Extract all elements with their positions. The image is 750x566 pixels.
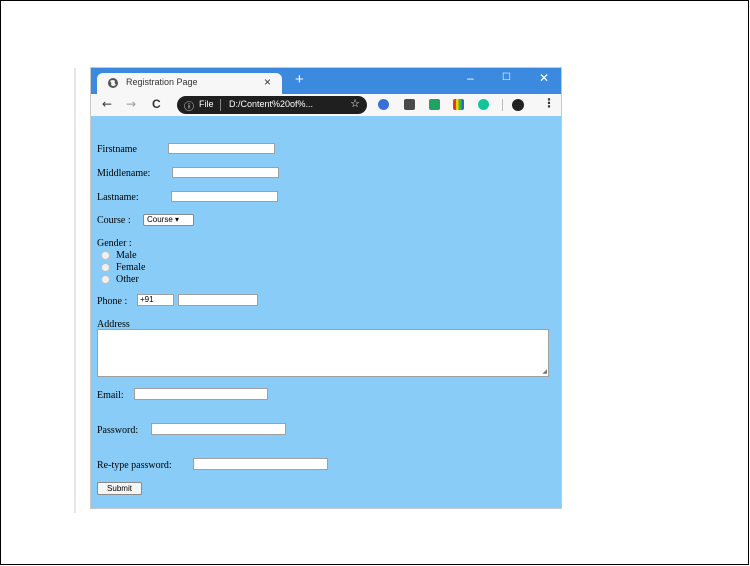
globe-icon	[108, 78, 118, 88]
info-icon[interactable]: ⓘ	[184, 98, 194, 113]
lastname-label: Lastname:	[97, 192, 139, 203]
gender-male-radio[interactable]	[101, 251, 110, 260]
email-input[interactable]	[134, 388, 268, 400]
bars-icon[interactable]	[453, 99, 464, 110]
resize-handle-icon[interactable]: ◢	[542, 368, 547, 375]
browser-titlebar: Registration Page × + – ☐ ✕	[91, 68, 561, 94]
browser-window: Registration Page × + – ☐ ✕ ← → C ⓘ File…	[90, 67, 562, 509]
submit-button[interactable]: Submit	[97, 482, 142, 495]
middlename-input[interactable]	[172, 167, 279, 178]
middlename-label: Middlename:	[97, 168, 151, 179]
gender-other-label: Other	[116, 274, 139, 285]
scheme-label: File	[199, 99, 214, 109]
sheets-icon[interactable]	[429, 99, 440, 110]
gender-label: Gender :	[97, 238, 132, 249]
gmail-icon[interactable]	[404, 99, 415, 110]
course-label: Course :	[97, 215, 131, 226]
retype-password-input[interactable]	[193, 458, 328, 470]
new-tab-button[interactable]: +	[295, 72, 304, 87]
course-select[interactable]: Course ▾	[143, 214, 194, 226]
maximize-button[interactable]: ☐	[502, 72, 511, 83]
phone-label: Phone :	[97, 296, 128, 307]
address-textarea[interactable]: ◢	[97, 329, 549, 377]
grammarly-icon[interactable]	[478, 99, 489, 110]
address-bar[interactable]: ⓘ File D:/Content%20of%... ☆	[177, 96, 367, 114]
phone-number-input[interactable]	[178, 294, 258, 306]
extension-icon[interactable]	[378, 99, 389, 110]
email-label: Email:	[97, 390, 124, 401]
password-label: Password:	[97, 425, 139, 436]
forward-icon[interactable]: →	[126, 97, 136, 111]
gender-male-label: Male	[116, 250, 137, 261]
minimize-button[interactable]: –	[467, 71, 474, 85]
password-input[interactable]	[151, 423, 286, 435]
omnibox-separator	[220, 99, 221, 111]
close-window-button[interactable]: ✕	[539, 71, 549, 85]
reload-icon[interactable]: C	[152, 97, 161, 111]
tab-registration-page[interactable]: Registration Page ×	[97, 73, 282, 94]
page-content: Firstname Middlename: Lastname: Course :…	[91, 116, 561, 508]
toolbar-separator	[502, 99, 503, 111]
tab-title: Registration Page	[126, 77, 198, 87]
firstname-label: Firstname	[97, 144, 137, 155]
page-divider	[74, 68, 76, 513]
back-icon[interactable]: ←	[102, 97, 112, 111]
close-tab-icon[interactable]: ×	[264, 75, 271, 89]
phone-code-input[interactable]: +91	[137, 294, 174, 306]
star-icon[interactable]: ☆	[350, 97, 360, 110]
url-text[interactable]: D:/Content%20of%...	[229, 99, 313, 109]
gender-female-label: Female	[116, 262, 146, 273]
profile-icon[interactable]	[512, 99, 524, 111]
gender-other-radio[interactable]	[101, 275, 110, 284]
browser-toolbar: ← → C ⓘ File D:/Content%20of%... ☆ ⋮	[91, 94, 561, 116]
firstname-input[interactable]	[168, 143, 275, 154]
menu-icon[interactable]: ⋮	[543, 96, 555, 110]
lastname-input[interactable]	[171, 191, 278, 202]
retype-password-label: Re-type password:	[97, 460, 172, 471]
gender-female-radio[interactable]	[101, 263, 110, 272]
